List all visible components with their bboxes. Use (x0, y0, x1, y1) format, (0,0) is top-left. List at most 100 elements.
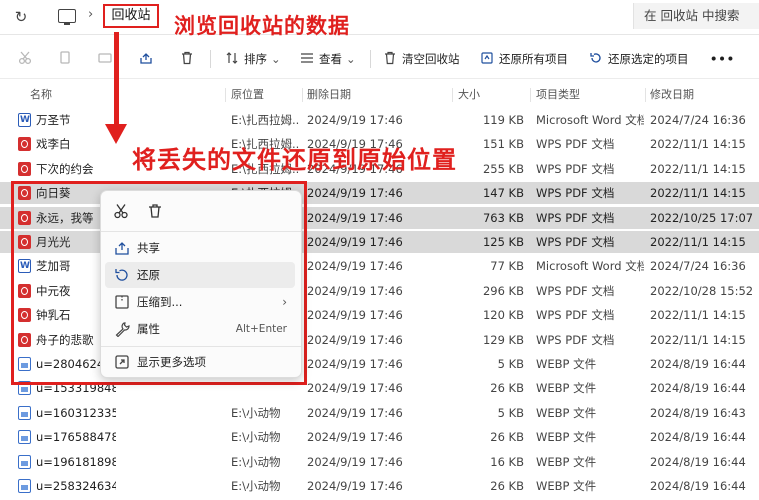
cell-modified: 2024/8/19 16:44 (650, 381, 746, 395)
cell-size: 16 KB (490, 455, 524, 469)
cell-type: WPS PDF 文档 (536, 333, 615, 347)
menu-item-restore[interactable]: 还原 (105, 262, 295, 288)
cell-deleted: 2024/9/19 17:46 (307, 479, 403, 493)
cell-deleted: 2024/9/19 17:46 (307, 357, 403, 371)
menu-properties-label: 属性 (137, 322, 160, 336)
menu-item-compress[interactable]: 压缩到... › (105, 289, 295, 315)
cell-modified: 2024/8/19 16:43 (650, 406, 746, 420)
menu-more-options-label: 显示更多选项 (137, 355, 206, 369)
cell-modified: 2024/7/24 16:36 (650, 259, 746, 273)
annotation-arrow (114, 32, 119, 128)
menu-item-share[interactable]: 共享 (105, 235, 295, 261)
cell-type: WPS PDF 文档 (536, 308, 615, 322)
table-row[interactable]: u=1765884785,3771032030&fm=2... E:\小动物 202… (0, 426, 759, 448)
cell-deleted: 2024/9/19 17:46 (307, 259, 403, 273)
restore-selected-button[interactable]: 还原选定的项目 (589, 48, 689, 70)
archive-icon (115, 295, 129, 309)
image-file-icon (18, 455, 31, 469)
cell-size: 77 KB (490, 259, 524, 273)
cell-size: 120 KB (482, 308, 524, 322)
cell-name: 戏李白 (36, 137, 71, 151)
restore-all-label: 还原所有项目 (499, 52, 568, 66)
menu-item-more-options[interactable]: 显示更多选项 (105, 349, 295, 375)
image-file-icon (18, 406, 31, 420)
cell-modified: 2024/8/19 16:44 (650, 357, 746, 371)
cell-deleted: 2024/9/19 17:46 (307, 455, 403, 469)
cut-icon[interactable] (18, 48, 37, 70)
chevron-down-icon: ⌄ (271, 52, 281, 66)
share-icon (115, 242, 129, 255)
cell-name: 下次的约会 (36, 162, 94, 176)
cell-location: E:\小动物 (231, 479, 281, 493)
table-row[interactable]: u=1603123355,4102077088&fm=2... E:\小动物 202… (0, 402, 759, 424)
pdf-file-icon (18, 137, 31, 151)
cell-deleted: 2024/9/19 17:46 (307, 284, 403, 298)
menu-compress-label: 压缩到... (137, 295, 183, 309)
menu-properties-shortcut: Alt+Enter (235, 323, 287, 335)
cut-icon[interactable] (113, 203, 129, 219)
cell-size: 763 KB (482, 211, 524, 225)
refresh-icon[interactable]: ↻ (12, 8, 30, 26)
cell-size: 147 KB (482, 186, 524, 200)
cell-location: E:\扎西拉姆... (231, 113, 299, 127)
empty-bin-label: 清空回收站 (402, 52, 460, 66)
delete-icon[interactable] (147, 203, 163, 219)
cell-deleted: 2024/9/19 17:46 (307, 430, 403, 444)
cell-type: WEBP 文件 (536, 357, 597, 371)
column-location[interactable]: 原位置 (231, 84, 264, 106)
view-button[interactable]: 查看 ⌄ (300, 48, 356, 70)
cell-size: 26 KB (490, 479, 524, 493)
delete-icon[interactable] (180, 48, 199, 70)
cell-modified: 2022/11/1 14:15 (650, 235, 746, 249)
cell-size: 5 KB (497, 357, 524, 371)
cell-type: WPS PDF 文档 (536, 186, 615, 200)
annotation-restore: 将丢失的文件还原到原始位置 (132, 146, 457, 174)
more-options-button[interactable]: ••• (710, 48, 735, 70)
cell-location: E:\小动物 (231, 455, 281, 469)
column-modified[interactable]: 修改日期 (650, 84, 694, 106)
more-options-icon (115, 355, 129, 369)
column-deleted[interactable]: 删除日期 (307, 84, 351, 106)
cell-size: 255 KB (482, 162, 524, 176)
cell-modified: 2024/7/24 16:36 (650, 113, 746, 127)
cell-type: WEBP 文件 (536, 430, 597, 444)
sort-button[interactable]: 排序 ⌄ (225, 48, 281, 70)
breadcrumb-recycle-bin[interactable]: 回收站 (103, 4, 159, 28)
cell-deleted: 2024/9/19 17:46 (307, 186, 403, 200)
cell-modified: 2022/11/1 14:15 (650, 308, 746, 322)
menu-item-properties[interactable]: 属性 Alt+Enter (105, 316, 295, 342)
cell-name: u=1603123355,4102077088&fm=2... (36, 406, 116, 420)
cell-type: WEBP 文件 (536, 455, 597, 469)
cell-deleted: 2024/9/19 17:46 (307, 113, 403, 127)
cell-modified: 2022/10/25 17:07 (650, 211, 754, 225)
cell-type: WPS PDF 文档 (536, 235, 615, 249)
menu-restore-label: 还原 (137, 268, 160, 282)
table-row[interactable]: u=2583246341,4104547762&fm=2... E:\小动物 202… (0, 475, 759, 497)
column-size[interactable]: 大小 (458, 84, 480, 106)
menu-share-label: 共享 (137, 241, 160, 255)
column-name[interactable]: 名称 (30, 84, 52, 106)
share-icon[interactable] (139, 48, 158, 70)
cell-name: 万圣节 (36, 113, 71, 127)
cell-type: WPS PDF 文档 (536, 137, 615, 151)
cell-modified: 2024/8/19 16:44 (650, 430, 746, 444)
chevron-right-icon: › (282, 295, 287, 309)
cell-modified: 2022/11/1 14:15 (650, 186, 746, 200)
restore-all-button[interactable]: 还原所有项目 (480, 48, 568, 70)
column-type[interactable]: 项目类型 (536, 84, 580, 106)
search-input[interactable]: 在 回收站 中搜索 (633, 3, 759, 29)
copy-icon[interactable] (58, 48, 77, 70)
cell-modified: 2022/10/28 15:52 (650, 284, 754, 298)
context-menu-quick-actions (101, 191, 301, 232)
monitor-icon[interactable] (58, 9, 76, 25)
view-label: 查看 (319, 52, 342, 66)
empty-recycle-bin-button[interactable]: 清空回收站 (383, 48, 460, 70)
restore-selected-label: 还原选定的项目 (608, 52, 689, 66)
image-file-icon (18, 479, 31, 493)
sort-label: 排序 (244, 52, 267, 66)
annotation-browse: 浏览回收站的数据 (174, 14, 350, 38)
table-row[interactable]: u=1961818987,1570986009&fm=2... E:\小动物 202… (0, 451, 759, 473)
cell-modified: 2022/11/1 14:15 (650, 333, 746, 347)
chevron-down-icon: ⌄ (346, 52, 356, 66)
annotation-arrow-head (105, 124, 127, 144)
